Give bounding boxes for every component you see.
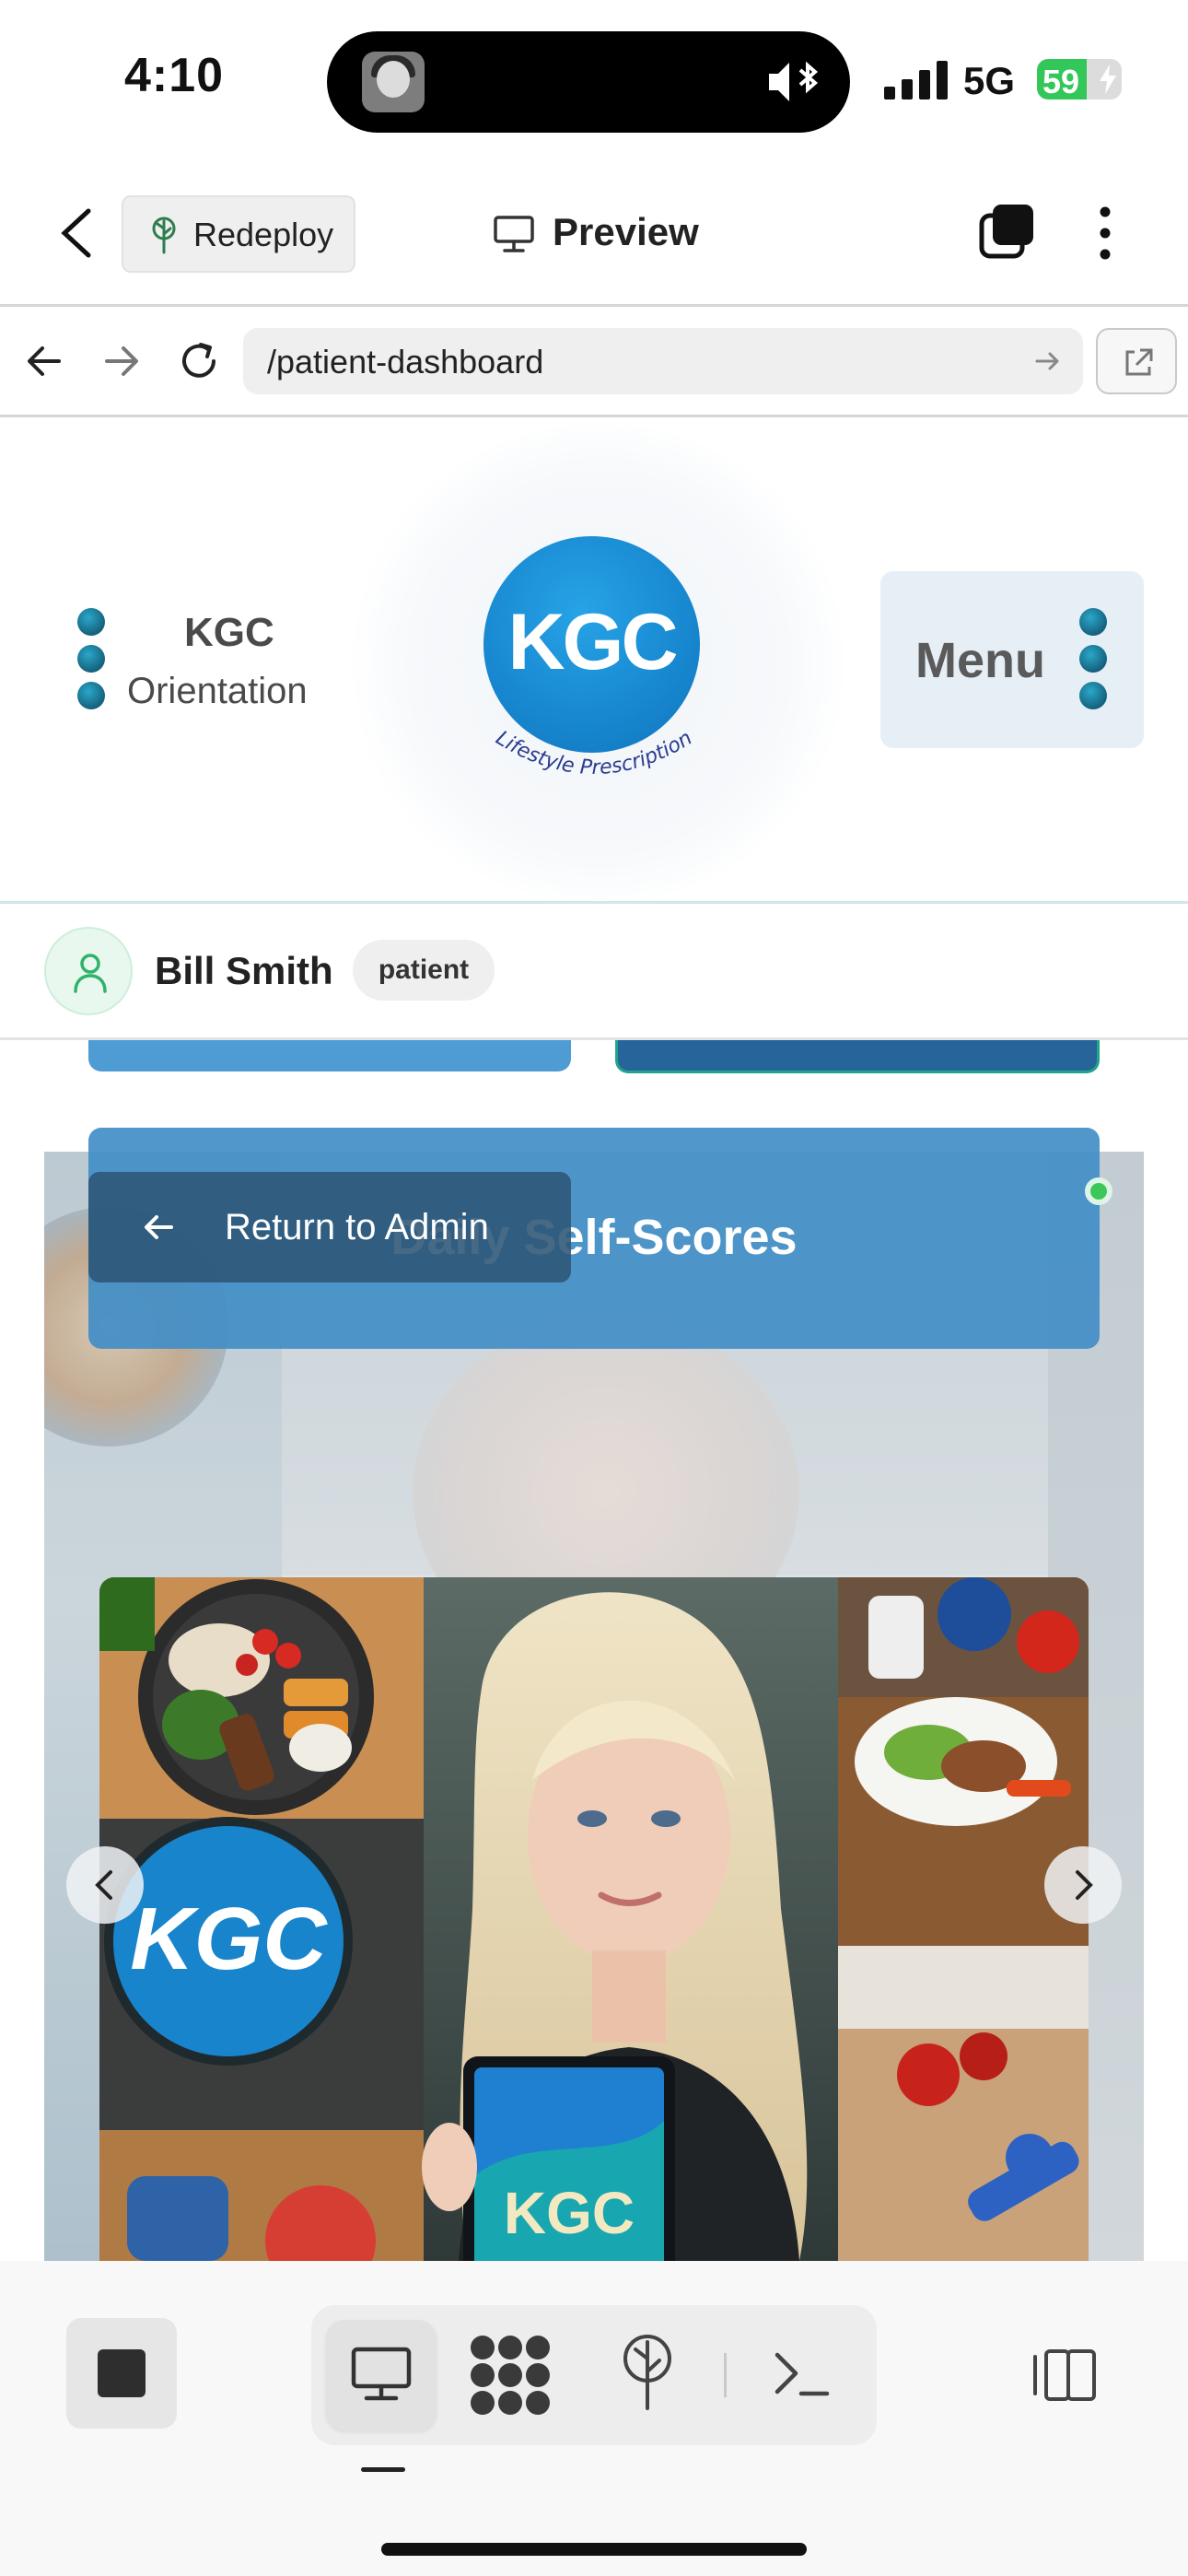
- svg-text:Lifestyle Prescription: Lifestyle Prescription: [492, 728, 696, 779]
- menu-dots-icon: [1079, 608, 1107, 709]
- redeploy-button[interactable]: Redeploy: [122, 195, 355, 273]
- url-input[interactable]: /patient-dashboard: [243, 328, 1083, 394]
- menu-button[interactable]: Menu: [880, 571, 1144, 748]
- dashboard-card[interactable]: [88, 1040, 571, 1071]
- deploy-tree-icon[interactable]: [615, 2333, 680, 2410]
- tool-group: [311, 2305, 877, 2445]
- hero-logo-text: KGC: [130, 1890, 328, 1988]
- signal-icon: [884, 61, 948, 100]
- reload-icon[interactable]: [177, 339, 221, 383]
- hero-illustration: KGC KGC: [99, 1577, 1089, 2261]
- deploy-tree-icon: [152, 217, 176, 254]
- chevron-left-icon: [95, 1870, 112, 1900]
- user-name: Bill Smith: [155, 949, 333, 992]
- url-text: /patient-dashboard: [267, 343, 544, 381]
- redeploy-label: Redeploy: [193, 216, 334, 253]
- role-text: patient: [378, 954, 470, 985]
- kgc-logo[interactable]: KGC: [483, 536, 700, 753]
- chevron-right-icon: [1076, 1870, 1093, 1900]
- avatar[interactable]: [44, 927, 133, 1015]
- battery-percent: 59: [1042, 63, 1080, 100]
- stop-button[interactable]: [66, 2318, 177, 2429]
- island-album-art: [362, 52, 425, 112]
- battery-icon: 59: [1037, 59, 1122, 100]
- open-external-button[interactable]: [1096, 328, 1177, 394]
- apps-grid-icon[interactable]: [468, 2333, 553, 2418]
- orientation-dots: [77, 608, 105, 709]
- return-to-admin-button[interactable]: Return to Admin: [88, 1172, 571, 1282]
- active-tab-indicator: [361, 2467, 405, 2472]
- layout-toggle-icon[interactable]: [1031, 2346, 1098, 2405]
- status-indicator: [1085, 1177, 1112, 1205]
- network-label: 5G: [963, 59, 1016, 102]
- return-to-admin-label: Return to Admin: [225, 1207, 489, 1247]
- charging-bolt-icon: [1100, 64, 1116, 94]
- bluetooth-mute-icon: [769, 61, 819, 101]
- tabs-icon[interactable]: [978, 203, 1035, 260]
- role-badge: patient: [353, 940, 495, 1001]
- preview-title: Preview: [553, 210, 699, 253]
- orientation-link-label[interactable]: Orientation: [127, 671, 308, 712]
- logo-tagline: Lifestyle Prescription: [492, 728, 696, 779]
- menu-label: Menu: [915, 633, 1045, 688]
- arrow-left-icon: [145, 1215, 173, 1239]
- monitor-icon: [351, 2347, 412, 2401]
- home-indicator: [381, 2543, 807, 2556]
- divider: [724, 2353, 727, 2397]
- external-link-icon: [1125, 348, 1153, 376]
- stop-icon: [98, 2349, 146, 2397]
- monitor-icon: [494, 216, 534, 252]
- desktop-preview-button[interactable]: [326, 2320, 437, 2430]
- carousel-next-button[interactable]: [1044, 1846, 1122, 1924]
- tablet-logo-text: KGC: [504, 2180, 635, 2246]
- terminal-icon[interactable]: [772, 2344, 831, 2403]
- arrow-right-icon[interactable]: [103, 341, 140, 381]
- status-time: 4:10: [124, 49, 225, 102]
- orientation-link[interactable]: KGC: [184, 610, 274, 656]
- carousel-prev-button[interactable]: [66, 1846, 144, 1924]
- arrow-left-icon[interactable]: [26, 341, 63, 381]
- dashboard-card-selected[interactable]: [615, 1040, 1100, 1073]
- chevron-left-icon[interactable]: [55, 207, 98, 259]
- hero-image: KGC KGC: [99, 1577, 1089, 2261]
- arrow-right-icon[interactable]: [1033, 346, 1063, 376]
- logo-text: KGC: [507, 598, 678, 686]
- dynamic-island: [327, 31, 850, 133]
- kebab-icon[interactable]: [1094, 206, 1116, 260]
- user-icon: [74, 954, 107, 993]
